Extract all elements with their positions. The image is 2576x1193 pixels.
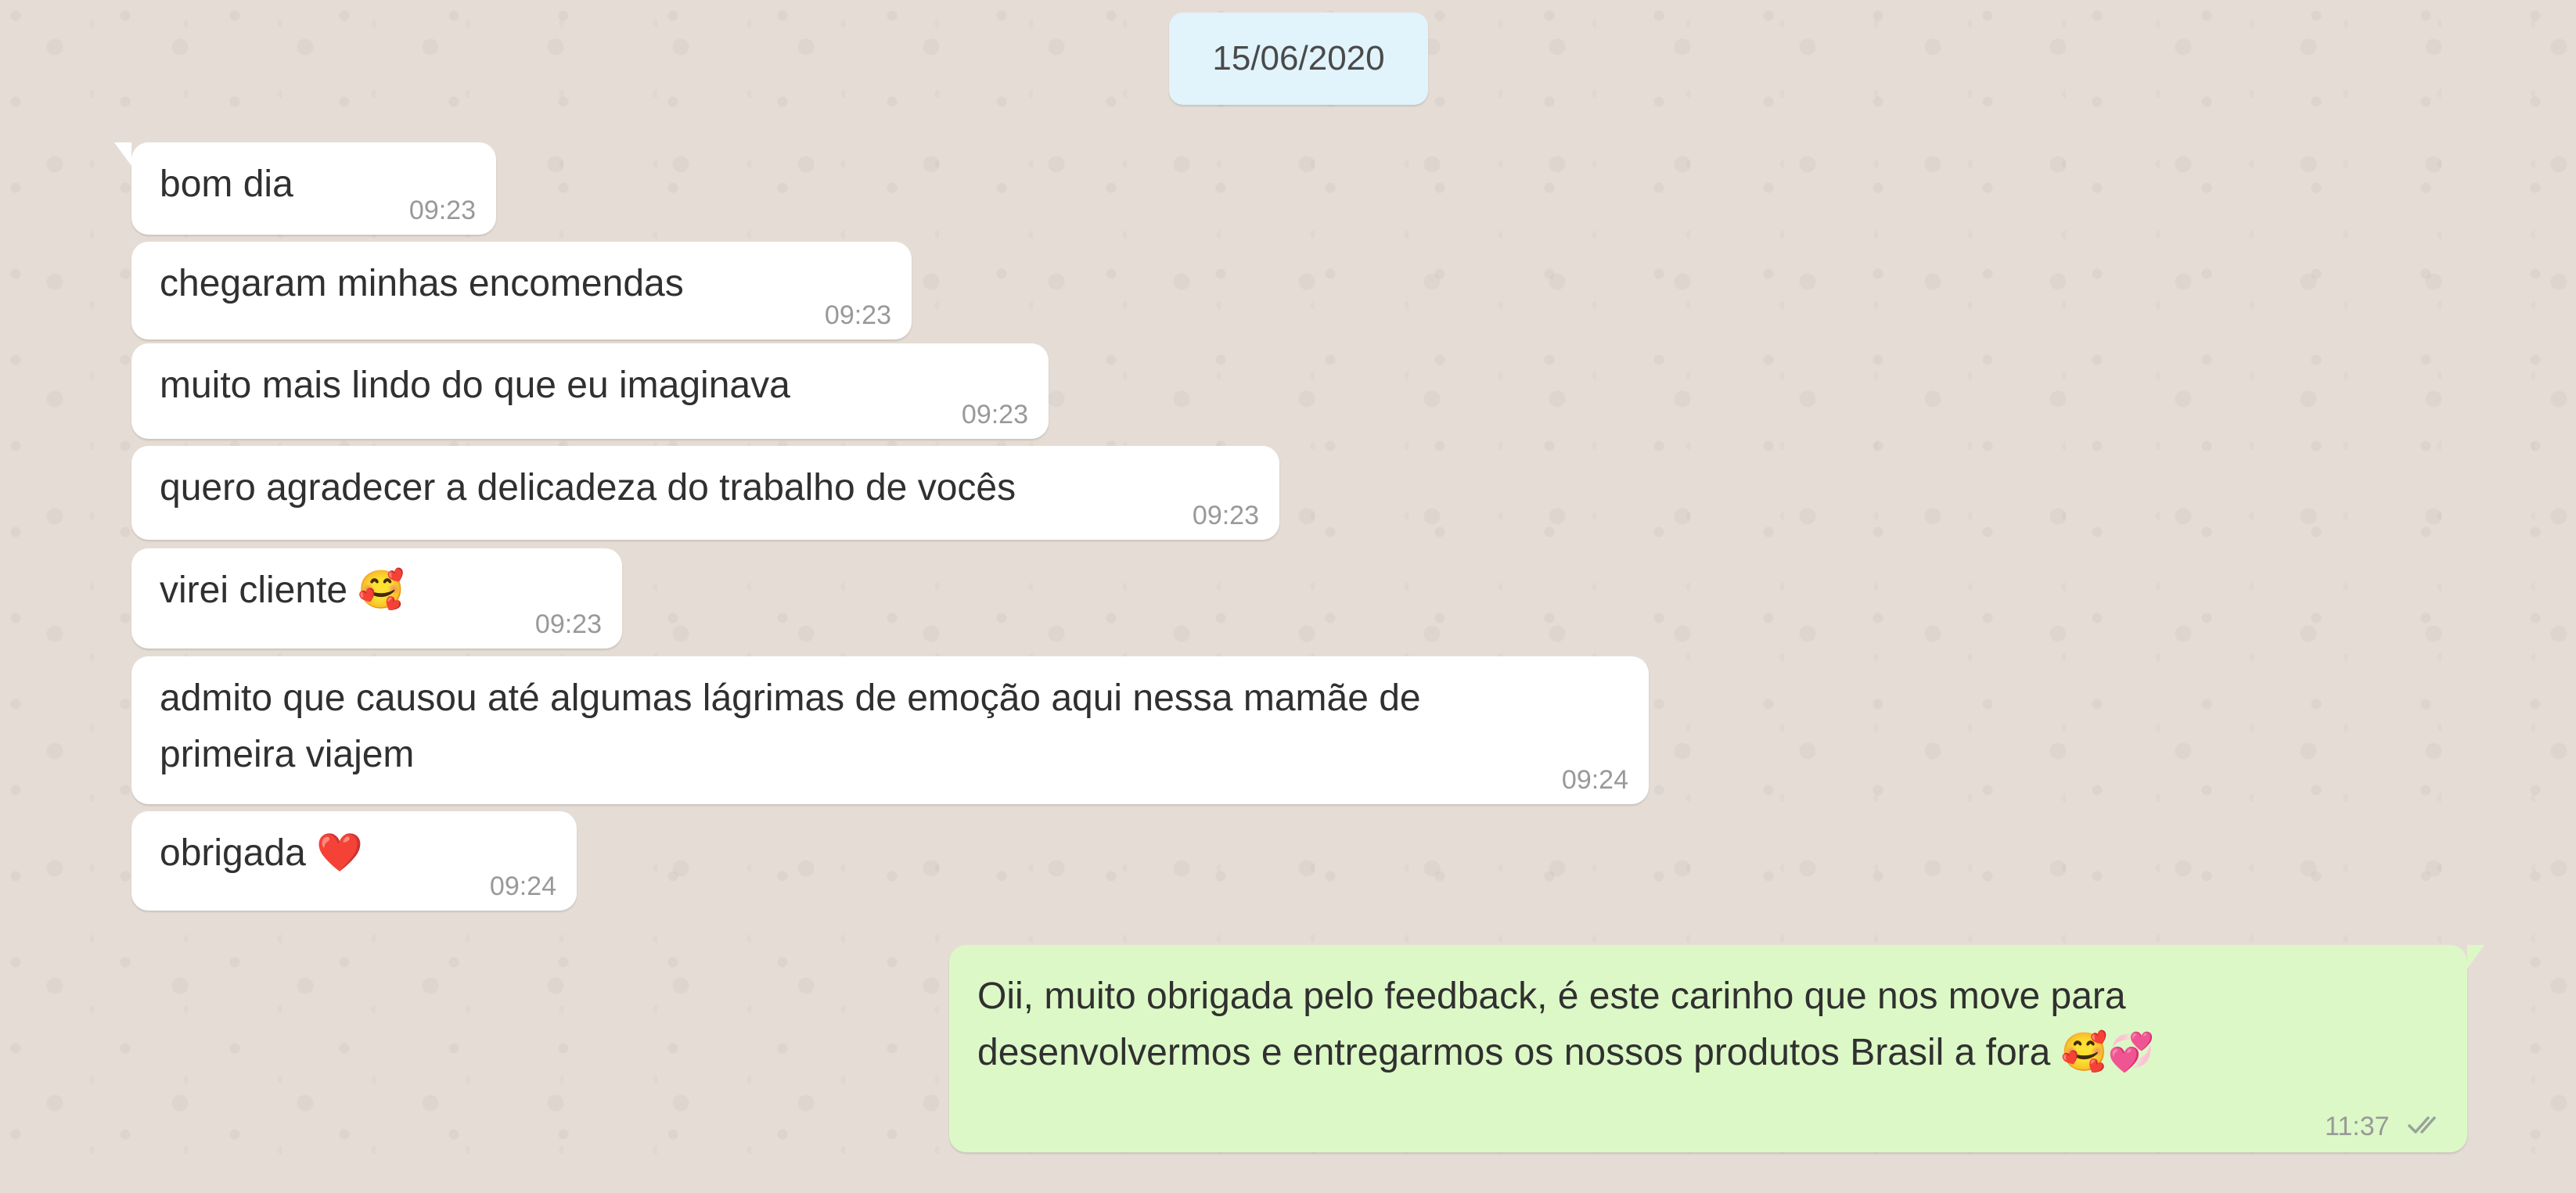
message-text: Oii, muito obrigada pelo feedback, é est… <box>977 976 2155 1073</box>
incoming-message[interactable]: quero agradecer a delicadeza do trabalho… <box>131 446 1279 540</box>
incoming-message[interactable]: obrigada ❤️ 09:24 <box>131 811 577 911</box>
message-text: chegaram minhas encomendas <box>160 263 684 304</box>
message-text: quero agradecer a delicadeza do trabalho… <box>160 467 1016 508</box>
message-time: 09:23 <box>824 300 891 330</box>
message-text: muito mais lindo do que eu imaginava <box>160 365 790 406</box>
date-chip: 15/06/2020 <box>1169 13 1428 105</box>
double-check-icon <box>2406 1113 2447 1141</box>
message-time: 09:24 <box>1561 765 1628 795</box>
message-text: admito que causou até algumas lágrimas d… <box>160 677 1421 775</box>
incoming-message[interactable]: admito que causou até algumas lágrimas d… <box>131 656 1649 804</box>
incoming-message[interactable]: virei cliente 🥰 09:23 <box>131 548 622 649</box>
message-time: 09:23 <box>1192 501 1259 530</box>
incoming-message[interactable]: muito mais lindo do que eu imaginava 09:… <box>131 343 1049 439</box>
message-text: obrigada ❤️ <box>160 832 363 874</box>
message-time: 11:37 <box>2324 1112 2390 1141</box>
incoming-message[interactable]: bom dia 09:23 <box>114 142 496 235</box>
incoming-message[interactable]: chegaram minhas encomendas 09:23 <box>131 242 912 340</box>
outgoing-message[interactable]: Oii, muito obrigada pelo feedback, é est… <box>949 945 2484 1152</box>
message-time: 09:24 <box>489 871 556 901</box>
message-time: 09:23 <box>408 196 476 225</box>
message-time-row: 11:37 <box>2325 1113 2447 1141</box>
message-text: bom dia <box>160 163 293 205</box>
message-time: 09:23 <box>961 400 1028 429</box>
message-time: 09:23 <box>534 609 602 639</box>
message-text: virei cliente 🥰 <box>160 570 405 611</box>
